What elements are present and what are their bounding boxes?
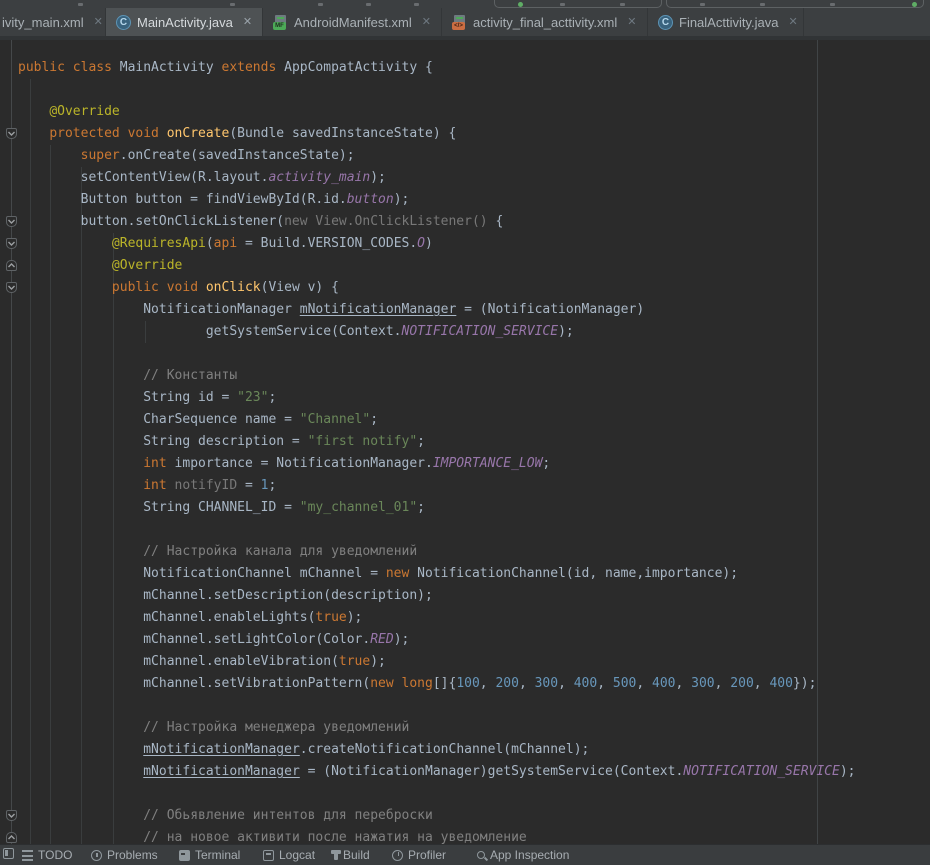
code-line[interactable]: // Константы xyxy=(18,365,237,387)
window-icon xyxy=(3,848,14,859)
code-line[interactable]: mNotificationManager.createNotificationC… xyxy=(18,739,589,761)
toolbar-icon-mark xyxy=(700,3,705,6)
toolwindow-label: Profiler xyxy=(408,848,446,862)
code-editor[interactable]: public class MainActivity extends AppCom… xyxy=(0,40,930,844)
code-line[interactable]: String description = "first notify"; xyxy=(18,431,425,453)
toolwindow-button-build[interactable]: Build xyxy=(330,848,370,862)
fold-collapse-icon[interactable] xyxy=(6,216,17,227)
toolbar-icon-mark xyxy=(78,3,83,6)
code-line[interactable]: @Override xyxy=(18,255,182,277)
tab-label: ivity_main.xml xyxy=(2,15,84,30)
fold-collapse-icon[interactable] xyxy=(6,282,17,293)
fold-collapse-icon[interactable] xyxy=(6,238,17,249)
close-icon[interactable]: ✕ xyxy=(94,17,103,28)
close-icon[interactable]: ✕ xyxy=(422,17,431,28)
fold-collapse-icon[interactable] xyxy=(6,128,17,139)
toolbar-icon-mark xyxy=(830,3,835,6)
xml-layout-file-icon: </> xyxy=(452,15,467,30)
code-line[interactable]: mNotificationManager = (NotificationMana… xyxy=(18,761,856,783)
code-line[interactable]: @Override xyxy=(18,101,120,123)
tab-activity-final-acttivity-xml[interactable]: </> activity_final_acttivity.xml ✕ xyxy=(442,8,648,36)
android-studio-window: { "colors": { "editor_bg": "#2b2b2b", "b… xyxy=(0,0,930,855)
manifest-file-icon: MF xyxy=(273,15,288,30)
code-line[interactable]: mChannel.enableLights(true); xyxy=(18,607,362,629)
fold-expand-icon[interactable] xyxy=(6,832,17,843)
code-line[interactable]: public class MainActivity extends AppCom… xyxy=(18,57,433,79)
code-line[interactable]: // Обьявление интентов для переброски xyxy=(18,805,433,827)
toolwindow-button-profiler[interactable]: Profiler xyxy=(392,848,446,862)
run-status-dot xyxy=(518,2,523,7)
code-line[interactable]: mChannel.setLightColor(Color.RED); xyxy=(18,629,409,651)
fold-collapse-icon[interactable] xyxy=(6,810,17,821)
toolbar-icon-mark xyxy=(620,3,625,6)
tab-label: AndroidManifest.xml xyxy=(294,15,412,30)
editor-tab-bar: ivity_main.xml ✕ C MainActivity.java ✕ MF Andr… xyxy=(0,8,930,36)
toolbar-icon-mark xyxy=(230,3,235,6)
toolbar-icon-mark xyxy=(414,3,419,6)
tab-mainactivity-java[interactable]: C MainActivity.java ✕ xyxy=(106,8,263,36)
code-line[interactable]: mChannel.setVibrationPattern(new long[]{… xyxy=(18,673,816,695)
code-line[interactable]: int notifyID = 1; xyxy=(18,475,276,497)
code-line[interactable]: button.setOnClickListener(new View.OnCli… xyxy=(18,211,503,233)
tab-label: activity_final_acttivity.xml xyxy=(473,15,617,30)
code-line[interactable]: Button button = findViewById(R.id.button… xyxy=(18,189,409,211)
tab-androidmanifest-xml[interactable]: MF AndroidManifest.xml ✕ xyxy=(263,8,442,36)
toolwindow-button-logcat[interactable]: Logcat xyxy=(263,848,315,862)
code-line[interactable]: mChannel.setDescription(description); xyxy=(18,585,433,607)
toolwindow-button-terminal[interactable]: Terminal xyxy=(179,848,240,862)
toolbar-icon-mark xyxy=(560,3,565,6)
profiler-icon xyxy=(392,850,403,861)
code-line[interactable]: String CHANNEL_ID = "my_channel_01"; xyxy=(18,497,425,519)
toolwindow-label: App Inspection xyxy=(490,848,569,862)
device-status-dot xyxy=(912,2,917,7)
code-line[interactable]: String id = "23"; xyxy=(18,387,276,409)
code-line[interactable]: int importance = NotificationManager.IMP… xyxy=(18,453,550,475)
code-line[interactable]: // Настройка менеджера уведомлений xyxy=(18,717,409,739)
tab-label: MainActivity.java xyxy=(137,15,233,30)
build-icon xyxy=(334,850,338,860)
toolwindow-label: Build xyxy=(343,848,370,862)
code-line[interactable]: // на новое активити после нажатия на ув… xyxy=(18,827,527,844)
code-line[interactable]: NotificationManager mNotificationManager… xyxy=(18,299,644,321)
todo-icon xyxy=(22,850,33,861)
fold-expand-icon[interactable] xyxy=(6,260,17,271)
toolbar-icon-mark xyxy=(366,3,371,6)
tab-label: FinalActtivity.java xyxy=(679,15,778,30)
toolbar-icon-mark xyxy=(318,3,323,6)
tab-ivity-main-xml[interactable]: ivity_main.xml ✕ xyxy=(0,8,106,36)
code-line[interactable]: @RequiresApi(api = Build.VERSION_CODES.O… xyxy=(18,233,433,255)
terminal-icon xyxy=(179,850,190,861)
toolwindow-button-todo[interactable]: TODO xyxy=(22,848,72,862)
code-line[interactable]: super.onCreate(savedInstanceState); xyxy=(18,145,355,167)
logcat-icon xyxy=(263,850,274,861)
toolwindow-label: Logcat xyxy=(279,848,315,862)
inspect-icon xyxy=(477,851,485,859)
close-icon[interactable]: ✕ xyxy=(788,17,797,28)
toolwindow-button-problems[interactable]: Problems xyxy=(91,848,158,862)
problems-icon xyxy=(91,850,102,861)
toolwindow-label: Problems xyxy=(107,848,158,862)
close-icon[interactable]: ✕ xyxy=(243,17,252,28)
toolwindow-label: Terminal xyxy=(195,848,240,862)
toolwindow-button-app-inspection[interactable]: App Inspection xyxy=(477,848,569,862)
code-line[interactable]: getSystemService(Context.NOTIFICATION_SE… xyxy=(18,321,574,343)
code-line[interactable]: NotificationChannel mChannel = new Notif… xyxy=(18,563,738,585)
tab-finalacttivity-java[interactable]: C FinalActtivity.java ✕ xyxy=(648,8,804,36)
right-margin-line xyxy=(817,40,818,844)
code-line[interactable]: setContentView(R.layout.activity_main); xyxy=(18,167,386,189)
code-line[interactable]: CharSequence name = "Channel"; xyxy=(18,409,378,431)
code-line[interactable]: mChannel.enableVibration(true); xyxy=(18,651,386,673)
java-class-icon: C xyxy=(658,15,673,30)
window-layout-button[interactable] xyxy=(3,848,14,859)
java-class-icon: C xyxy=(116,15,131,30)
code-line[interactable]: protected void onCreate(Bundle savedInst… xyxy=(18,123,456,145)
toolbar-icon-mark xyxy=(760,3,765,6)
toolwindow-label: TODO xyxy=(38,848,72,862)
close-icon[interactable]: ✕ xyxy=(627,17,636,28)
code-line[interactable]: // Настройка канала для уведомлений xyxy=(18,541,417,563)
code-line[interactable]: public void onClick(View v) { xyxy=(18,277,339,299)
